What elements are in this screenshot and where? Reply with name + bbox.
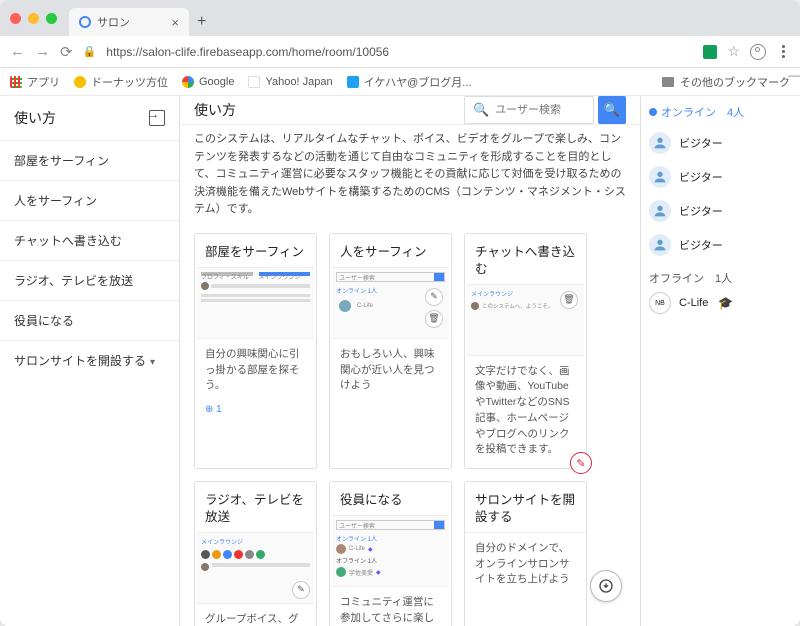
avatar-icon	[649, 234, 671, 256]
presence-user[interactable]: ビジター	[649, 228, 792, 262]
minimize-window-button[interactable]	[28, 13, 39, 24]
card-chat-write[interactable]: チャットへ書き込む メインラウンジ このシステムへ、ようこそ。 🗑 ✎ 文字だけ…	[464, 233, 587, 469]
user-search-button[interactable]: 🔍	[598, 96, 626, 124]
main-content: 使い方 🔍 🔍 このシステムは、リアルタイムなチャット、ボイス、ビデオをグループ…	[180, 96, 640, 626]
page-title: 使い方	[194, 100, 236, 120]
online-heading: オンライン 4人	[649, 104, 792, 120]
overflow-dash: —	[788, 68, 800, 82]
other-bookmarks[interactable]: その他のブックマーク	[680, 74, 790, 90]
bookmark-google[interactable]: Google	[182, 76, 234, 88]
card-preview: メインラウンジ ✎	[197, 532, 314, 604]
new-tab-button[interactable]: +	[197, 13, 206, 31]
sidebar-title: 使い方	[14, 108, 56, 128]
card-open-salon[interactable]: サロンサイトを開設する 自分のドメインで、オンラインサロンサイトを立ち上げよう	[464, 481, 587, 626]
card-preview: メインラウンジ このシステムへ、ようこそ。 🗑	[467, 284, 584, 356]
user-search-box[interactable]: 🔍	[464, 96, 594, 124]
back-button[interactable]: ←	[10, 43, 25, 60]
sidebar-item-room-surf[interactable]: 部屋をサーフィン	[0, 140, 179, 180]
extension-icon[interactable]	[703, 45, 717, 59]
clife-avatar-icon: NB	[649, 292, 671, 314]
card-preview: ユーザー検索 オンライン 1人 C-Life◆ オフライン 1人 宇佐美愛◆	[332, 515, 449, 587]
bookmarks-bar: アプリ ドーナッツ方位 Google Yahoo! Japan イケハヤ@ブログ…	[0, 68, 800, 96]
card-become-staff[interactable]: 役員になる ユーザー検索 オンライン 1人 C-Life◆ オフライン 1人 宇…	[329, 481, 452, 626]
delete-icon[interactable]: 🗑	[560, 291, 578, 309]
sidebar-item-become-staff[interactable]: 役員になる	[0, 300, 179, 340]
bookmark-donuts[interactable]: ドーナッツ方位	[74, 74, 168, 90]
intro-text: このシステムは、リアルタイムなチャット、ボイス、ビデオをグループで楽しみ、コンテ…	[180, 124, 640, 229]
bookmark-star-icon[interactable]: ☆	[727, 43, 740, 60]
card-room-surf[interactable]: 部屋をサーフィン プロフィ・スキルメインラウンジ 自分の興味関心に引っ掛かる部屋…	[194, 233, 317, 469]
sidebar-item-open-salon[interactable]: サロンサイトを開設する▾	[0, 340, 179, 380]
left-sidebar: 使い方 部屋をサーフィン 人をサーフィン チャットへ書き込む ラジオ、テレビを放…	[0, 96, 180, 626]
lock-icon: 🔒	[83, 45, 97, 58]
delete-icon[interactable]: 🗑	[425, 310, 443, 328]
browser-tab[interactable]: サロン ×	[69, 8, 189, 36]
forward-button[interactable]: →	[35, 43, 50, 60]
presence-user[interactable]: ビジター	[649, 126, 792, 160]
twitter-icon	[347, 76, 359, 88]
card-preview: プロフィ・スキルメインラウンジ	[197, 267, 314, 339]
google-icon	[182, 76, 194, 88]
presence-user-clife[interactable]: NB C-Life 🎓	[649, 286, 792, 320]
edit-icon[interactable]: ✎	[292, 581, 310, 599]
avatar-icon	[649, 200, 671, 222]
browser-toolbar: ← → ⟳ 🔒 https://salon-clife.firebaseapp.…	[0, 36, 800, 68]
edit-badge-icon[interactable]: ✎	[570, 452, 592, 474]
user-search-input[interactable]	[495, 104, 585, 116]
grad-cap-icon: 🎓	[718, 296, 733, 310]
login-icon	[598, 578, 614, 594]
exit-icon[interactable]	[149, 110, 165, 126]
presence-dot-icon	[649, 108, 657, 116]
offline-heading: オフライン 1人	[649, 270, 792, 286]
card-broadcast[interactable]: ラジオ、テレビを放送 メインラウンジ ✎	[194, 481, 317, 626]
edit-icon[interactable]: ✎	[425, 288, 443, 306]
profile-icon[interactable]	[750, 44, 766, 60]
sidebar-item-broadcast[interactable]: ラジオ、テレビを放送	[0, 260, 179, 300]
close-window-button[interactable]	[10, 13, 21, 24]
presence-user[interactable]: ビジター	[649, 160, 792, 194]
fullscreen-window-button[interactable]	[46, 13, 57, 24]
presence-panel: オンライン 4人 ビジター ビジター ビジター ビジター オフライン 1人 NB…	[640, 96, 800, 626]
apps-shortcut[interactable]: アプリ	[10, 74, 60, 90]
card-grid: 部屋をサーフィン プロフィ・スキルメインラウンジ 自分の興味関心に引っ掛かる部屋…	[180, 229, 640, 626]
yahoo-icon	[248, 76, 260, 88]
address-bar[interactable]: https://salon-clife.firebaseapp.com/home…	[106, 45, 693, 59]
bookmark-ikehaya[interactable]: イケハヤ@ブログ月...	[347, 74, 472, 90]
window-titlebar: サロン × +	[0, 0, 800, 36]
sidebar-item-chat-write[interactable]: チャットへ書き込む	[0, 220, 179, 260]
presence-user[interactable]: ビジター	[649, 194, 792, 228]
card-people-surf[interactable]: 人をサーフィン ユーザー検索 オンライン 1人 C-Life ✎ 🗑 おもしろい…	[329, 233, 452, 469]
card-preview: ユーザー検索 オンライン 1人 C-Life ✎ 🗑	[332, 267, 449, 339]
tab-title: サロン	[97, 14, 130, 30]
folder-icon	[662, 77, 674, 87]
sidebar-item-people-surf[interactable]: 人をサーフィン	[0, 180, 179, 220]
login-fab-button[interactable]	[590, 570, 622, 602]
avatar-icon	[649, 166, 671, 188]
chevron-down-icon: ▾	[150, 357, 155, 368]
avatar-icon	[649, 132, 671, 154]
reload-button[interactable]: ⟳	[60, 43, 73, 61]
chrome-menu-button[interactable]	[776, 45, 790, 58]
favicon-icon	[79, 16, 91, 28]
bookmark-yahoo[interactable]: Yahoo! Japan	[248, 76, 332, 88]
card-foot: ⊕ 1	[195, 404, 316, 423]
search-icon: 🔍	[473, 102, 489, 118]
apps-grid-icon	[10, 76, 22, 88]
traffic-lights[interactable]	[10, 13, 57, 24]
face-icon	[74, 76, 86, 88]
close-tab-button[interactable]: ×	[171, 15, 179, 30]
